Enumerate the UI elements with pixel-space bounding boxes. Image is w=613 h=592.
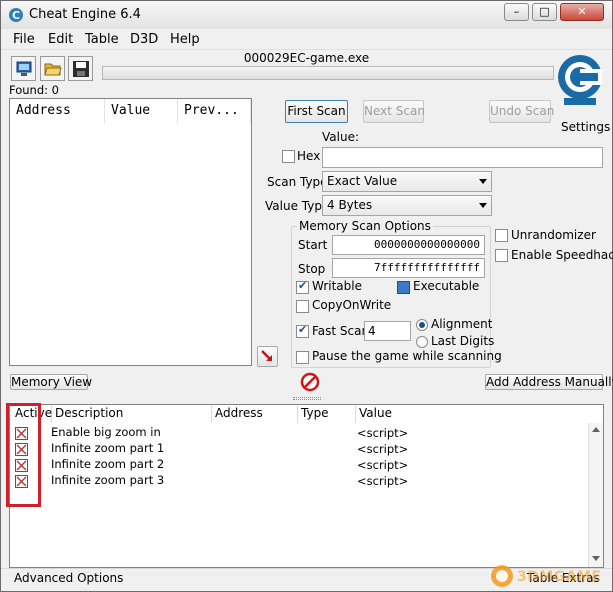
table-scrollbar[interactable] <box>588 423 603 567</box>
pause-game-checkbox[interactable] <box>296 351 309 364</box>
advanced-options-link[interactable]: Advanced Options <box>14 571 123 585</box>
speedhack-checkbox[interactable] <box>495 249 508 262</box>
undo-scan-button[interactable]: Undo Scan <box>489 100 554 123</box>
menu-edit[interactable]: Edit <box>48 32 73 47</box>
row-description: Infinite zoom part 2 <box>51 457 165 471</box>
arrow-down-right-icon <box>261 350 272 361</box>
chevron-down-icon <box>479 203 487 208</box>
row-value: <script> <box>357 442 409 456</box>
value-type-label: Value Type <box>265 199 330 213</box>
value-type-select[interactable]: 4 Bytes <box>322 195 492 216</box>
menu-file[interactable]: File <box>13 32 35 47</box>
title-bar[interactable]: C Cheat Engine 6.4 – □ ✕ <box>1 1 612 29</box>
watermark-logo-icon <box>489 563 515 589</box>
executable-label: Executable <box>413 279 480 293</box>
fast-scan-label: Fast Scan <box>312 324 370 338</box>
stop-label: Stop <box>298 262 326 276</box>
found-address-list[interactable]: Address Value Prev... <box>9 98 252 366</box>
last-digits-radio[interactable] <box>416 336 428 348</box>
first-scan-button[interactable]: First Scan <box>285 100 348 123</box>
settings-label[interactable]: Settings <box>561 120 610 134</box>
column-address[interactable]: Address <box>212 405 298 423</box>
next-scan-button[interactable]: Next Scan <box>363 100 425 123</box>
column-previous[interactable]: Prev... <box>178 99 251 123</box>
alignment-label: Alignment <box>431 317 493 331</box>
cheat-table[interactable]: Active Description Address Type Value En… <box>9 404 604 568</box>
fast-scan-input[interactable]: 4 <box>364 321 411 341</box>
cheat-engine-logo-icon[interactable] <box>554 50 606 108</box>
hex-checkbox[interactable] <box>282 150 295 163</box>
start-address-input[interactable]: 0000000000000000 <box>332 235 485 255</box>
column-type[interactable]: Type <box>298 405 356 423</box>
value-type-value: 4 Bytes <box>327 198 373 212</box>
column-description[interactable]: Description <box>52 405 212 423</box>
column-value[interactable]: Value <box>105 99 178 123</box>
scan-type-label: Scan Type <box>267 175 328 189</box>
menu-bar: File Edit Table D3D Help <box>1 30 612 50</box>
scroll-up-icon[interactable] <box>592 427 600 432</box>
menu-help[interactable]: Help <box>170 32 200 47</box>
chevron-down-icon <box>479 179 487 184</box>
writable-checkbox[interactable] <box>296 279 309 294</box>
watermark-text: 3DMGAME <box>517 569 602 585</box>
minimize-button[interactable]: – <box>504 3 529 21</box>
stop-address-input[interactable]: 7fffffffffffffff <box>332 258 485 278</box>
row-description: Enable big zoom in <box>51 425 161 439</box>
scan-type-value: Exact Value <box>327 174 398 188</box>
menu-table[interactable]: Table <box>85 32 119 47</box>
speedhack-label: Enable Speedhack <box>511 248 613 262</box>
copy-on-write-checkbox[interactable] <box>296 300 309 313</box>
unrandomizer-label: Unrandomizer <box>511 228 596 242</box>
hex-label: Hex <box>297 149 321 163</box>
value-label: Value: <box>322 130 359 144</box>
maximize-button[interactable]: □ <box>532 3 557 21</box>
found-count: Found: 0 <box>9 83 59 97</box>
highlight-box <box>6 403 41 507</box>
row-description: Infinite zoom part 1 <box>51 441 165 455</box>
app-icon: C <box>8 7 24 26</box>
menu-d3d[interactable]: D3D <box>130 32 158 47</box>
scan-progress-bar <box>102 66 554 80</box>
close-button[interactable]: ✕ <box>560 3 604 21</box>
column-address[interactable]: Address <box>10 99 105 123</box>
executable-checkbox[interactable] <box>397 281 410 294</box>
pause-game-label: Pause the game while scanning <box>312 349 502 363</box>
memory-scan-options-title: Memory Scan Options <box>297 219 433 233</box>
memory-view-button[interactable]: Memory View <box>10 374 92 390</box>
last-digits-label: Last Digits <box>431 334 495 348</box>
writable-label: Writable <box>312 279 362 293</box>
row-value: <script> <box>357 474 409 488</box>
column-value[interactable]: Value <box>356 405 588 423</box>
cheat-engine-window: C Cheat Engine 6.4 – □ ✕ File Edit Table… <box>0 0 613 592</box>
copy-on-write-label: CopyOnWrite <box>312 298 392 312</box>
svg-text:C: C <box>12 9 20 22</box>
alignment-radio[interactable] <box>416 319 428 331</box>
start-label: Start <box>298 238 328 252</box>
value-input[interactable] <box>322 147 603 168</box>
splitter-handle[interactable] <box>293 397 321 400</box>
stop-icon[interactable] <box>300 372 320 392</box>
scroll-down-icon[interactable] <box>592 556 600 561</box>
row-description: Infinite zoom part 3 <box>51 473 165 487</box>
fast-scan-checkbox[interactable] <box>296 323 309 338</box>
window-title: Cheat Engine 6.4 <box>29 7 141 22</box>
unrandomizer-checkbox[interactable] <box>495 229 508 242</box>
row-value: <script> <box>357 426 409 440</box>
add-address-manually-button[interactable]: Add Address Manually <box>485 374 613 390</box>
process-name: 000029EC-game.exe <box>243 51 370 65</box>
scan-type-select[interactable]: Exact Value <box>322 171 492 192</box>
row-value: <script> <box>357 458 409 472</box>
add-to-list-button[interactable] <box>257 346 278 367</box>
